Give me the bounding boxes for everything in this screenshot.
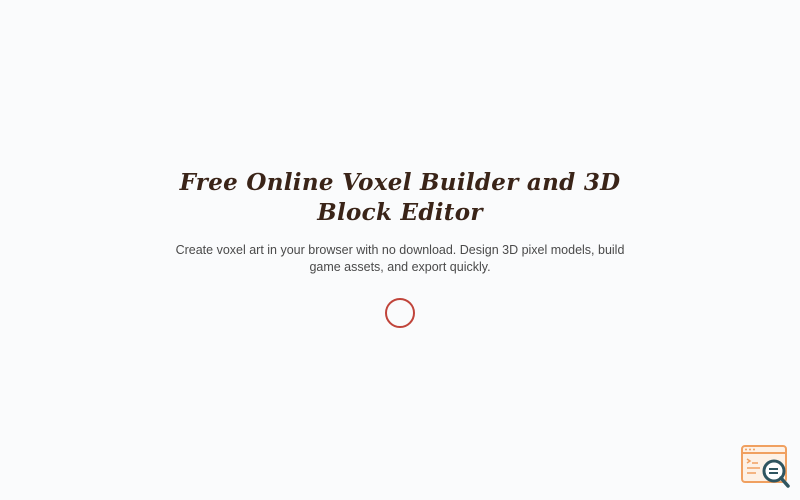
browser-search-widget[interactable] [740,444,792,490]
loading-spinner-icon [385,298,415,328]
page: Free Online Voxel Builder and 3D Block E… [0,0,800,500]
hero-section: Free Online Voxel Builder and 3D Block E… [0,168,800,276]
page-title: Free Online Voxel Builder and 3D Block E… [179,169,621,226]
browser-search-icon [741,445,790,488]
page-subtitle: Create voxel art in your browser with no… [175,243,625,274]
